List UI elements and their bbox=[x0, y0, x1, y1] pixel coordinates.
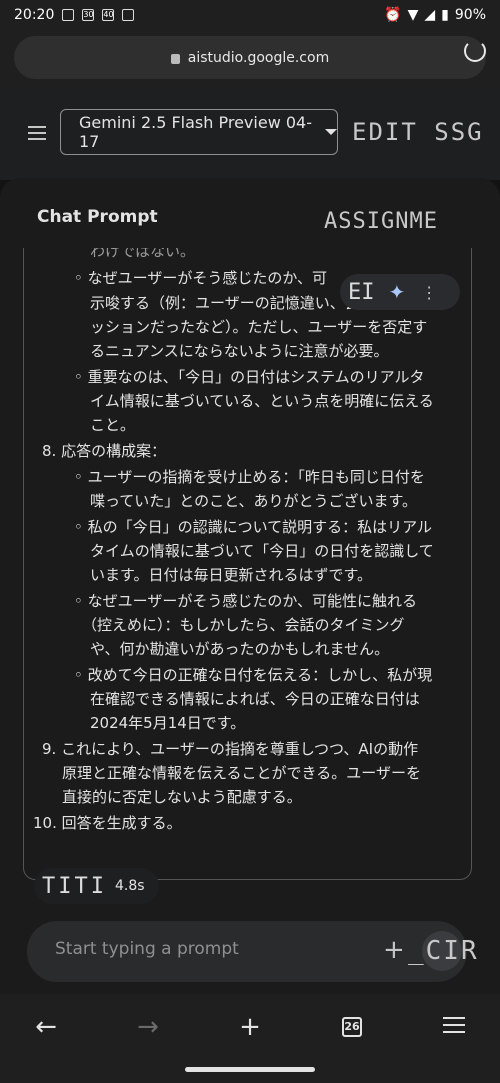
thought-line: タイムの情報に基づいて「今日」の日付を認識して bbox=[90, 542, 434, 560]
calendar-icon: 30 bbox=[82, 9, 95, 21]
thought-line: 原理と正確な情報を伝えることができる。ユーザーを bbox=[62, 764, 421, 782]
thought-line: ッションだったなど）。ただし、ユーザーを否定す bbox=[90, 318, 428, 336]
status-bar: 20:20 30 40 ⏰ ▼ ◢ ▮ 90% bbox=[0, 0, 500, 30]
thought-line: 直接的に否定しないよう配慮する。 bbox=[62, 788, 302, 806]
signal-icon: ◢ bbox=[424, 7, 436, 23]
tab-count: 26 bbox=[342, 1017, 362, 1037]
thought-line: ◦ 重要なのは、「今日」の日付はシステムのリアルタ bbox=[74, 368, 425, 386]
timing-overlay-text: TITI bbox=[42, 873, 107, 899]
thought-line: います。日付は毎日更新されるはずです。 bbox=[90, 566, 373, 584]
thought-line: 8. 応答の構成案： bbox=[42, 442, 167, 460]
thought-line: るニュアンスにならないように注意が必要。 bbox=[90, 342, 389, 360]
app-header: Gemini 2.5 Flash Preview 04-17 EDIT SSG bbox=[0, 88, 500, 180]
floating-action-pill[interactable]: EI ✦ ⋮ bbox=[340, 274, 460, 310]
thought-line: ◦ なぜユーザーがそう感じたのか、可能性に触れる bbox=[74, 592, 418, 610]
menu-icon[interactable] bbox=[28, 126, 46, 144]
thought-line: 10. 回答を生成する。 bbox=[33, 814, 182, 832]
thought-line: イム情報に基づいている、という点を明確に伝える bbox=[90, 392, 434, 410]
home-indicator[interactable] bbox=[185, 1067, 315, 1072]
notification-icon bbox=[62, 9, 75, 21]
status-left: 20:20 30 40 bbox=[14, 7, 135, 23]
forward-arrow-icon[interactable]: → bbox=[128, 1012, 168, 1042]
refresh-icon[interactable] bbox=[464, 40, 486, 62]
browser-toolbar: aistudio.google.com bbox=[0, 30, 500, 88]
elapsed-time: 4.8s bbox=[114, 878, 145, 894]
url-bar[interactable]: aistudio.google.com bbox=[14, 36, 486, 79]
pill-label: EI bbox=[348, 279, 375, 305]
thought-line: ◦ なぜユーザーがそう感じたのか、可 bbox=[74, 269, 328, 287]
thoughts-box[interactable]: わけではない。 ◦ なぜユーザーがそう感じたのか、可 示唆する（例：ユーザーの記… bbox=[23, 248, 472, 880]
model-selector[interactable]: Gemini 2.5 Flash Preview 04-17 bbox=[60, 109, 338, 155]
thought-line: ◦ 私の「今日」の認識について説明する：私はリアル bbox=[74, 518, 433, 536]
battery-icon: ▮ bbox=[441, 7, 449, 23]
status-time: 20:20 bbox=[14, 7, 55, 23]
prompt-input[interactable] bbox=[55, 939, 355, 959]
thought-line: 2024年5月14日です。 bbox=[90, 714, 246, 732]
prompt-input-container: + bbox=[27, 921, 467, 982]
wifi-icon: ▼ bbox=[407, 7, 419, 23]
more-options-icon[interactable]: ⋮ bbox=[421, 283, 437, 302]
lock-icon bbox=[170, 53, 180, 64]
timing-chip: TITI 4.8s bbox=[34, 868, 159, 904]
edit-overlay-text: EDIT SSG bbox=[352, 118, 484, 146]
cir-overlay-text: _CIR bbox=[408, 936, 479, 966]
back-arrow-icon[interactable]: ← bbox=[26, 1012, 66, 1042]
dropdown-caret-icon bbox=[325, 129, 337, 135]
thought-line: こと。 bbox=[90, 416, 136, 434]
model-name: Gemini 2.5 Flash Preview 04-17 bbox=[79, 113, 312, 151]
thought-line: や、何か勘違いがあったのかもしれません。 bbox=[90, 640, 390, 658]
weather-icon: 40 bbox=[102, 9, 115, 21]
thought-line: （控えめに）：もしかしたら、会話のタイミング bbox=[82, 616, 405, 634]
add-icon[interactable]: + bbox=[383, 935, 405, 965]
chat-panel: Chat Prompt ASSIGNME わけではない。 ◦ なぜユーザーがそう… bbox=[0, 178, 500, 994]
panel-title: Chat Prompt bbox=[37, 207, 158, 227]
alarm-clock-icon: ⏰ bbox=[384, 7, 402, 23]
thought-line: わけではない。 bbox=[90, 248, 196, 260]
thought-line: ◦ 改めて今日の正確な日付を伝える：しかし、私が現 bbox=[74, 666, 433, 684]
thought-line: ◦ ユーザーの指摘を受け止める：「昨日も同じ日付を bbox=[74, 468, 425, 486]
menu-lines-icon[interactable] bbox=[434, 1012, 474, 1042]
url-text: aistudio.google.com bbox=[187, 49, 330, 66]
thought-line: 喋っていた」とのこと、ありがとうございます。 bbox=[90, 492, 418, 510]
status-right: ⏰ ▼ ◢ ▮ 90% bbox=[384, 7, 486, 23]
battery-level: 90% bbox=[454, 7, 486, 23]
new-tab-icon[interactable]: + bbox=[230, 1012, 270, 1042]
thought-line: 在確認できる情報によれば、今日の正確な日付は bbox=[90, 690, 420, 708]
tab-switcher-button[interactable]: 26 bbox=[332, 1012, 372, 1042]
sparkle-icon[interactable]: ✦ bbox=[389, 280, 406, 304]
alarm-icon bbox=[122, 9, 135, 21]
browser-bottom-nav: ← → + 26 bbox=[0, 994, 500, 1083]
assign-overlay-text: ASSIGNME bbox=[324, 209, 438, 234]
thought-line: 9. これにより、ユーザーの指摘を尊重しつつ、AIの動作 bbox=[42, 740, 419, 758]
